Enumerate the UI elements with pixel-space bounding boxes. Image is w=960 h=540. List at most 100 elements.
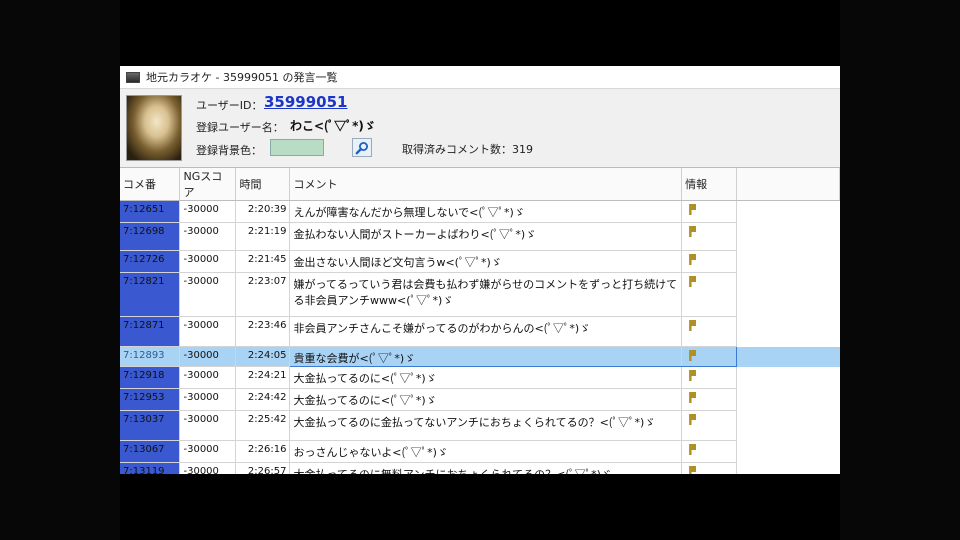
user-info-panel: ユーザーID： 35999051 登録ユーザー名： わこ<(ﾟ▽ﾟ*)ゞ 登録背… bbox=[120, 89, 840, 168]
table-row[interactable]: 7:13037 -30000 2:25:42 大金払ってるのに金払ってないアンチにおち… bbox=[120, 410, 840, 441]
letterbox-right bbox=[840, 0, 960, 540]
window-title: 地元カラオケ - 35999051 の発言一覧 bbox=[146, 71, 338, 84]
empty-cell bbox=[736, 462, 840, 474]
table-header-row: コメ番 NGスコア 時間 コメント 情報 bbox=[120, 168, 840, 201]
comment-text-cell: 大金払ってるのに<(ﾟ▽ﾟ*)ゞ bbox=[289, 388, 683, 411]
time-cell: 2:23:07 bbox=[235, 272, 291, 317]
info-cell[interactable] bbox=[681, 440, 738, 463]
table-row[interactable]: 7:12871 -30000 2:23:46 非会員アンチさんこそ嫌がってるのがわから… bbox=[120, 316, 840, 347]
info-flag-icon[interactable] bbox=[689, 254, 697, 265]
col-header-ng[interactable]: NGスコア bbox=[179, 168, 237, 201]
info-cell[interactable] bbox=[681, 316, 738, 347]
time-cell: 2:24:42 bbox=[235, 388, 291, 411]
info-flag-icon[interactable] bbox=[689, 350, 697, 361]
time-cell: 2:24:05 bbox=[235, 346, 291, 367]
empty-cell bbox=[736, 366, 840, 389]
time-cell: 2:26:57 bbox=[235, 462, 291, 474]
info-cell[interactable] bbox=[681, 366, 738, 389]
ng-score-cell: -30000 bbox=[179, 366, 237, 389]
user-name-value: わこ<(ﾟ▽ﾟ*)ゞ bbox=[290, 119, 376, 133]
comment-text-cell: 貴重な会費が<(ﾟ▽ﾟ*)ゞ bbox=[289, 346, 683, 367]
table-row[interactable]: 7:12893 -30000 2:24:05 貴重な会費が<(ﾟ▽ﾟ*)ゞ bbox=[120, 346, 840, 367]
comment-list-window: 地元カラオケ - 35999051 の発言一覧 ユーザーID： 35999051… bbox=[120, 66, 840, 474]
info-flag-icon[interactable] bbox=[689, 226, 697, 237]
info-flag-icon[interactable] bbox=[689, 414, 697, 425]
col-header-num[interactable]: コメ番 bbox=[120, 168, 181, 201]
comment-number-cell: 7:12726 bbox=[120, 250, 181, 273]
info-flag-icon[interactable] bbox=[689, 444, 697, 455]
info-cell[interactable] bbox=[681, 200, 738, 223]
comment-number-cell: 7:13037 bbox=[120, 410, 181, 441]
comment-number-cell: 7:12651 bbox=[120, 200, 181, 223]
ng-score-cell: -30000 bbox=[179, 462, 237, 474]
letterbox-left bbox=[0, 0, 120, 540]
comment-number-cell: 7:12893 bbox=[120, 346, 181, 367]
empty-cell bbox=[736, 440, 840, 463]
info-flag-icon[interactable] bbox=[689, 276, 697, 287]
comment-text-cell: おっさんじゃないよ<(ﾟ▽ﾟ*)ゞ bbox=[289, 440, 683, 463]
empty-cell bbox=[736, 410, 840, 441]
empty-cell bbox=[736, 250, 840, 273]
comment-text-cell: 金払わない人間がストーカーよばわり<(ﾟ▽ﾟ*)ゞ bbox=[289, 222, 683, 251]
comment-text-cell: 金出さない人間ほど文句言うw<(ﾟ▽ﾟ*)ゞ bbox=[289, 250, 683, 273]
time-cell: 2:23:46 bbox=[235, 316, 291, 347]
ng-score-cell: -30000 bbox=[179, 410, 237, 441]
time-cell: 2:21:45 bbox=[235, 250, 291, 273]
info-cell[interactable] bbox=[681, 222, 738, 251]
comment-text-cell: 大金払ってるのに金払ってないアンチにおちょくられてるの？<(ﾟ▽ﾟ*)ゞ bbox=[289, 410, 683, 441]
time-cell: 2:24:21 bbox=[235, 366, 291, 389]
table-row[interactable]: 7:12821 -30000 2:23:07 嫌がってるっていう君は会費も払わず嫌がら… bbox=[120, 272, 840, 317]
info-cell[interactable] bbox=[681, 462, 738, 474]
info-flag-icon[interactable] bbox=[689, 204, 697, 215]
color-pick-button[interactable] bbox=[352, 138, 372, 157]
table-row[interactable]: 7:12698 -30000 2:21:19 金払わない人間がストーカーよばわり<(ﾟ… bbox=[120, 222, 840, 251]
col-header-info[interactable]: 情報 bbox=[681, 168, 738, 201]
comment-number-cell: 7:12953 bbox=[120, 388, 181, 411]
bg-color-label: 登録背景色： bbox=[196, 144, 262, 157]
time-cell: 2:25:42 bbox=[235, 410, 291, 441]
user-name-label: 登録ユーザー名： bbox=[196, 121, 284, 134]
info-flag-icon[interactable] bbox=[689, 370, 697, 381]
ng-score-cell: -30000 bbox=[179, 346, 237, 367]
info-flag-icon[interactable] bbox=[689, 466, 697, 474]
empty-cell bbox=[736, 272, 840, 317]
table-row[interactable]: 7:12726 -30000 2:21:45 金出さない人間ほど文句言うw<(ﾟ▽ﾟ*… bbox=[120, 250, 840, 273]
app-window-icon bbox=[126, 71, 140, 83]
ng-score-cell: -30000 bbox=[179, 440, 237, 463]
info-flag-icon[interactable] bbox=[689, 392, 697, 403]
comment-number-cell: 7:13067 bbox=[120, 440, 181, 463]
table-row[interactable]: 7:12953 -30000 2:24:42 大金払ってるのに<(ﾟ▽ﾟ*)ゞ bbox=[120, 388, 840, 411]
user-avatar bbox=[126, 95, 182, 161]
comment-text-cell: えんが障害なんだから無理しないで<(ﾟ▽ﾟ*)ゞ bbox=[289, 200, 683, 223]
ng-score-cell: -30000 bbox=[179, 272, 237, 317]
search-magnifier-icon bbox=[355, 141, 368, 154]
ng-score-cell: -30000 bbox=[179, 316, 237, 347]
info-cell[interactable] bbox=[681, 410, 738, 441]
user-id-link[interactable]: 35999051 bbox=[264, 93, 348, 111]
col-header-comment[interactable]: コメント bbox=[289, 168, 683, 201]
comment-number-cell: 7:12918 bbox=[120, 366, 181, 389]
comment-text-cell: 大金払ってるのに<(ﾟ▽ﾟ*)ゞ bbox=[289, 366, 683, 389]
col-header-time[interactable]: 時間 bbox=[235, 168, 291, 201]
ng-score-cell: -30000 bbox=[179, 200, 237, 223]
info-flag-icon[interactable] bbox=[689, 320, 697, 331]
info-cell[interactable] bbox=[681, 272, 738, 317]
title-bar: 地元カラオケ - 35999051 の発言一覧 bbox=[120, 66, 840, 89]
comment-number-cell: 7:12871 bbox=[120, 316, 181, 347]
ng-score-cell: -30000 bbox=[179, 388, 237, 411]
user-id-label: ユーザーID： bbox=[196, 99, 263, 112]
comment-number-cell: 7:13119 bbox=[120, 462, 181, 474]
ng-score-cell: -30000 bbox=[179, 250, 237, 273]
comment-text-cell: 嫌がってるっていう君は会費も払わず嫌がらせのコメントをずっと打ち続けてる非会員ア… bbox=[289, 272, 683, 317]
time-cell: 2:26:16 bbox=[235, 440, 291, 463]
bg-color-swatch[interactable] bbox=[270, 139, 324, 156]
info-cell[interactable] bbox=[681, 346, 738, 367]
info-cell[interactable] bbox=[681, 250, 738, 273]
empty-cell bbox=[736, 200, 840, 223]
table-row[interactable]: 7:12918 -30000 2:24:21 大金払ってるのに<(ﾟ▽ﾟ*)ゞ bbox=[120, 366, 840, 389]
info-cell[interactable] bbox=[681, 388, 738, 411]
table-row[interactable]: 7:13067 -30000 2:26:16 おっさんじゃないよ<(ﾟ▽ﾟ*)ゞ bbox=[120, 440, 840, 463]
comment-number-cell: 7:12821 bbox=[120, 272, 181, 317]
table-row[interactable]: 7:13119-300002:26:57大金払ってるのに無料アンチにおちょくられ… bbox=[120, 462, 840, 474]
table-row[interactable]: 7:12651 -30000 2:20:39 えんが障害なんだから無理しないで<(ﾟ▽… bbox=[120, 200, 840, 223]
